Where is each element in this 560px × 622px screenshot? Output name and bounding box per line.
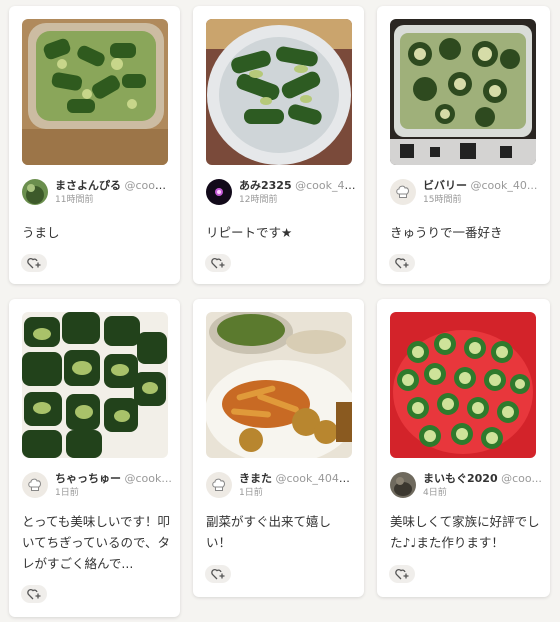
author-name[interactable]: ビバリー [423, 179, 467, 192]
author-handle: @coo... [501, 472, 542, 485]
dish-photo[interactable] [390, 312, 536, 458]
author-handle: @cook_... [124, 179, 173, 192]
like-button[interactable] [205, 565, 231, 583]
heart-plus-icon [27, 588, 41, 600]
like-button[interactable] [21, 585, 47, 603]
author-row[interactable]: まさよんぴる @cook_... 11時間前 [22, 178, 172, 212]
feedback-card[interactable]: まさよんぴる @cook_... 11時間前 うまし [9, 6, 180, 284]
like-button[interactable] [21, 254, 47, 272]
author-name[interactable]: きまた [239, 472, 272, 485]
feedback-card[interactable]: きまた @cook_4040... 1日前 副菜がすぐ出来て嬉しい！ [193, 299, 364, 597]
comment-text: リピートです★ [206, 225, 293, 240]
feedback-card[interactable]: まいもぐ2020 @coo... 4日前 美味しくて家族に好評でした♪♩また作り… [377, 299, 550, 597]
heart-plus-icon [395, 257, 409, 269]
feedback-card[interactable]: あみ2325 @cook_40... 12時間前 リピートです★ [193, 6, 364, 284]
feedback-card[interactable]: ちゃっちゅー @cook... 1日前 とっても美味しいです！叩いてちぎっている… [9, 299, 180, 617]
author-name[interactable]: あみ2325 [239, 179, 292, 192]
timestamp: 11時間前 [55, 195, 94, 205]
timestamp: 1日前 [55, 488, 79, 498]
author-row[interactable]: ビバリー @cook_40... 15時間前 [390, 178, 542, 212]
heart-plus-icon [27, 257, 41, 269]
author-row[interactable]: あみ2325 @cook_40... 12時間前 [206, 178, 356, 212]
comment-text: 美味しくて家族に好評でした♪♩また作ります！ [390, 514, 540, 550]
like-button[interactable] [205, 254, 231, 272]
feedback-card[interactable]: ビバリー @cook_40... 15時間前 きゅうりで一番好き [377, 6, 550, 284]
author-name[interactable]: まいもぐ2020 [423, 472, 498, 485]
author-name[interactable]: ちゃっちゅー [55, 472, 121, 485]
heart-plus-icon [395, 568, 409, 580]
like-button[interactable] [389, 254, 415, 272]
feedback-grid: まさよんぴる @cook_... 11時間前 うまし [0, 0, 560, 622]
heart-plus-icon [211, 257, 225, 269]
like-button[interactable] [389, 565, 415, 583]
dish-photo[interactable] [206, 19, 352, 165]
avatar[interactable] [22, 472, 48, 498]
dish-photo[interactable] [22, 312, 168, 458]
timestamp: 1日前 [239, 488, 263, 498]
author-handle: @cook... [124, 472, 172, 485]
avatar[interactable] [390, 179, 416, 205]
comment-text: きゅうりで一番好き [390, 225, 503, 240]
dish-photo[interactable] [390, 19, 536, 165]
dish-photo[interactable] [206, 312, 352, 458]
comment-text: 副菜がすぐ出来て嬉しい！ [206, 514, 332, 550]
chef-hat-icon [396, 185, 409, 198]
author-handle: @cook_40... [295, 179, 356, 192]
avatar[interactable] [390, 472, 416, 498]
chef-hat-icon [212, 478, 225, 491]
author-handle: @cook_40... [470, 179, 538, 192]
avatar[interactable] [206, 472, 232, 498]
dish-photo[interactable] [22, 19, 168, 165]
heart-plus-icon [211, 568, 225, 580]
author-row[interactable]: きまた @cook_4040... 1日前 [206, 471, 356, 505]
author-row[interactable]: まいもぐ2020 @coo... 4日前 [390, 471, 542, 505]
timestamp: 12時間前 [239, 195, 278, 205]
avatar[interactable] [206, 179, 232, 205]
comment-text: とっても美味しいです！叩いてちぎっているので、タレがすごく絡んで... [22, 514, 171, 571]
comment-text: うまし [22, 225, 60, 240]
author-name[interactable]: まさよんぴる [55, 179, 121, 192]
timestamp: 4日前 [423, 488, 447, 498]
author-handle: @cook_4040... [275, 472, 357, 485]
timestamp: 15時間前 [423, 195, 462, 205]
avatar[interactable] [22, 179, 48, 205]
chef-hat-icon [28, 478, 41, 491]
author-row[interactable]: ちゃっちゅー @cook... 1日前 [22, 471, 172, 505]
